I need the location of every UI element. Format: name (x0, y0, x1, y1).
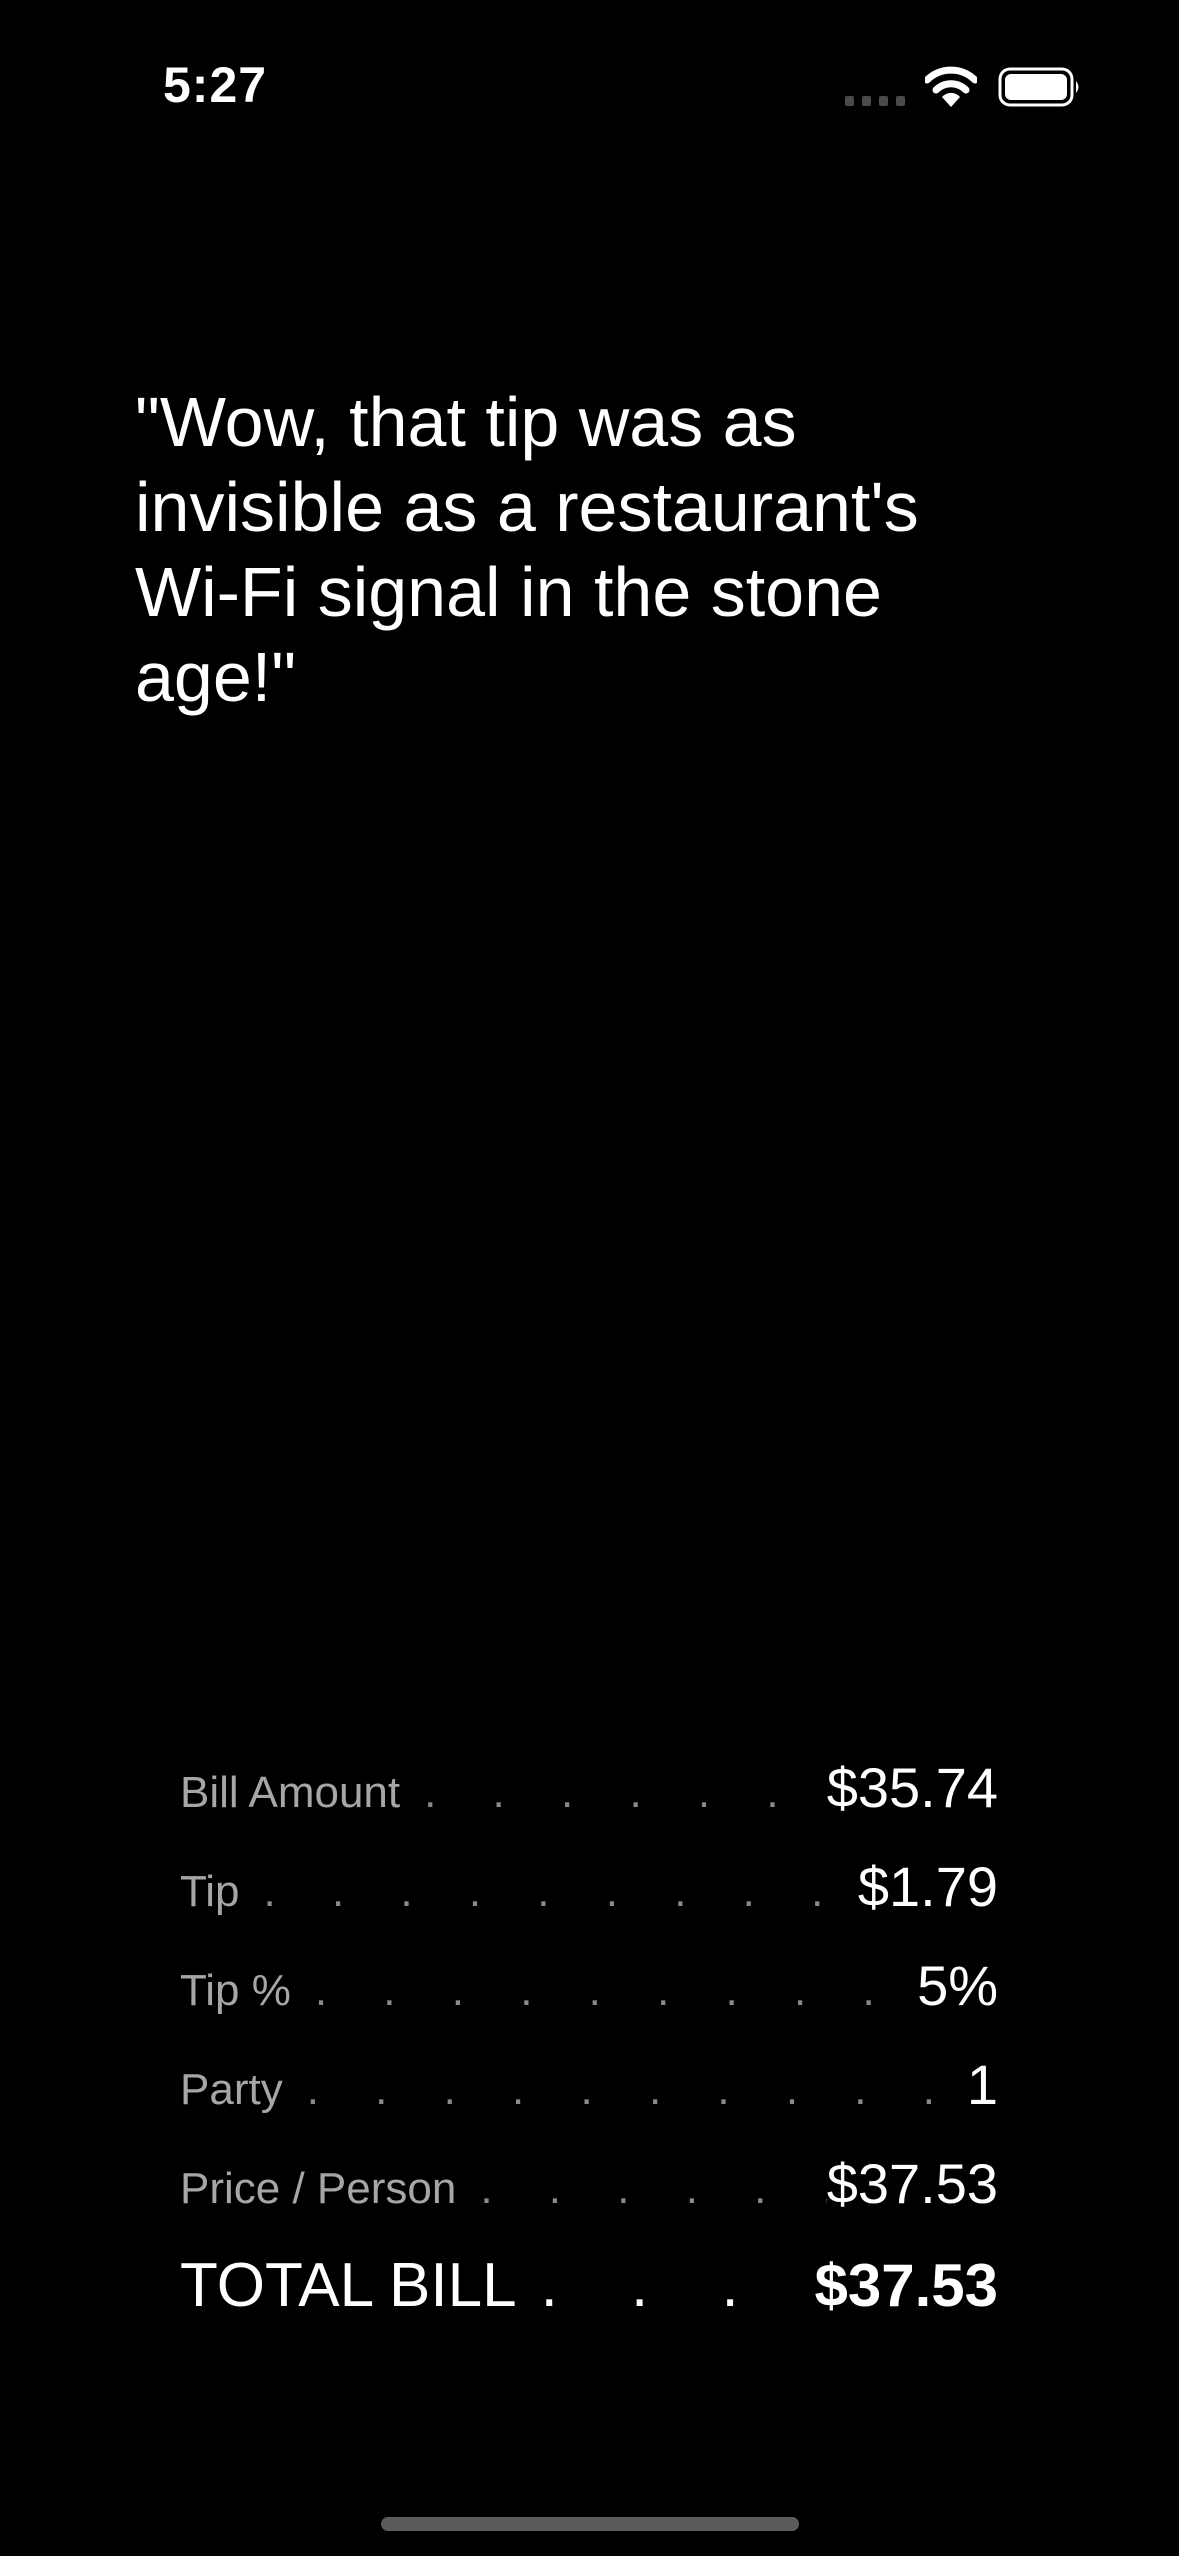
party-label: Party (180, 2065, 283, 2114)
home-indicator[interactable] (381, 2517, 799, 2531)
dot-leader: . . . . . . . . . . . . . . . . . . . . … (424, 1768, 827, 1817)
dot-leader: . . . . . . . . . . . . . . . . . . . . … (314, 1966, 917, 2015)
bill-amount-value: $35.74 (826, 1756, 998, 1819)
total-bill-label: TOTAL BILL (180, 2251, 517, 2320)
tip-value: $1.79 (857, 1855, 998, 1918)
battery-icon (998, 67, 1079, 107)
tip-percent-value: 5% (917, 1954, 998, 2017)
dot-leader: . . . . . . . . . . . . . . . . . . . . … (306, 2065, 967, 2114)
status-time: 5:27 (163, 57, 268, 113)
dot-leader: . . . . . . . . . . . . . . . . . . . . … (263, 1867, 858, 1916)
price-per-person-label: Price / Person (180, 2164, 457, 2213)
bill-summary: Bill Amount . . . . . . . . . . . . . . … (180, 1755, 998, 2349)
tip-percent-row: Tip % . . . . . . . . . . . . . . . . . … (180, 1953, 998, 2052)
dot-leader: . . . . . . . . . . . . . . . . . . . . … (540, 2251, 815, 2320)
party-row: Party . . . . . . . . . . . . . . . . . … (180, 2052, 998, 2151)
dot-leader: . . . . . . . . . . . . . . . . . . . . … (480, 2164, 826, 2213)
bill-amount-label: Bill Amount (180, 1768, 401, 1817)
bill-amount-row: Bill Amount . . . . . . . . . . . . . . … (180, 1755, 998, 1854)
wifi-icon (925, 66, 977, 107)
total-bill-value: $37.53 (814, 2252, 998, 2319)
price-per-person-value: $37.53 (826, 2152, 998, 2215)
tip-percent-label: Tip % (180, 1966, 291, 2015)
tip-quote: "Wow, that tip was as invisible as a res… (135, 383, 919, 716)
signal-dots-icon (845, 96, 905, 106)
status-bar: 5:27 (0, 0, 1179, 170)
tip-row: Tip . . . . . . . . . . . . . . . . . . … (180, 1854, 998, 1953)
tip-label: Tip (180, 1867, 240, 1916)
total-bill-row: TOTAL BILL . . . . . . . . . . . . . . .… (180, 2250, 998, 2349)
price-per-person-row: Price / Person . . . . . . . . . . . . .… (180, 2151, 998, 2250)
party-value: 1 (966, 2053, 998, 2116)
